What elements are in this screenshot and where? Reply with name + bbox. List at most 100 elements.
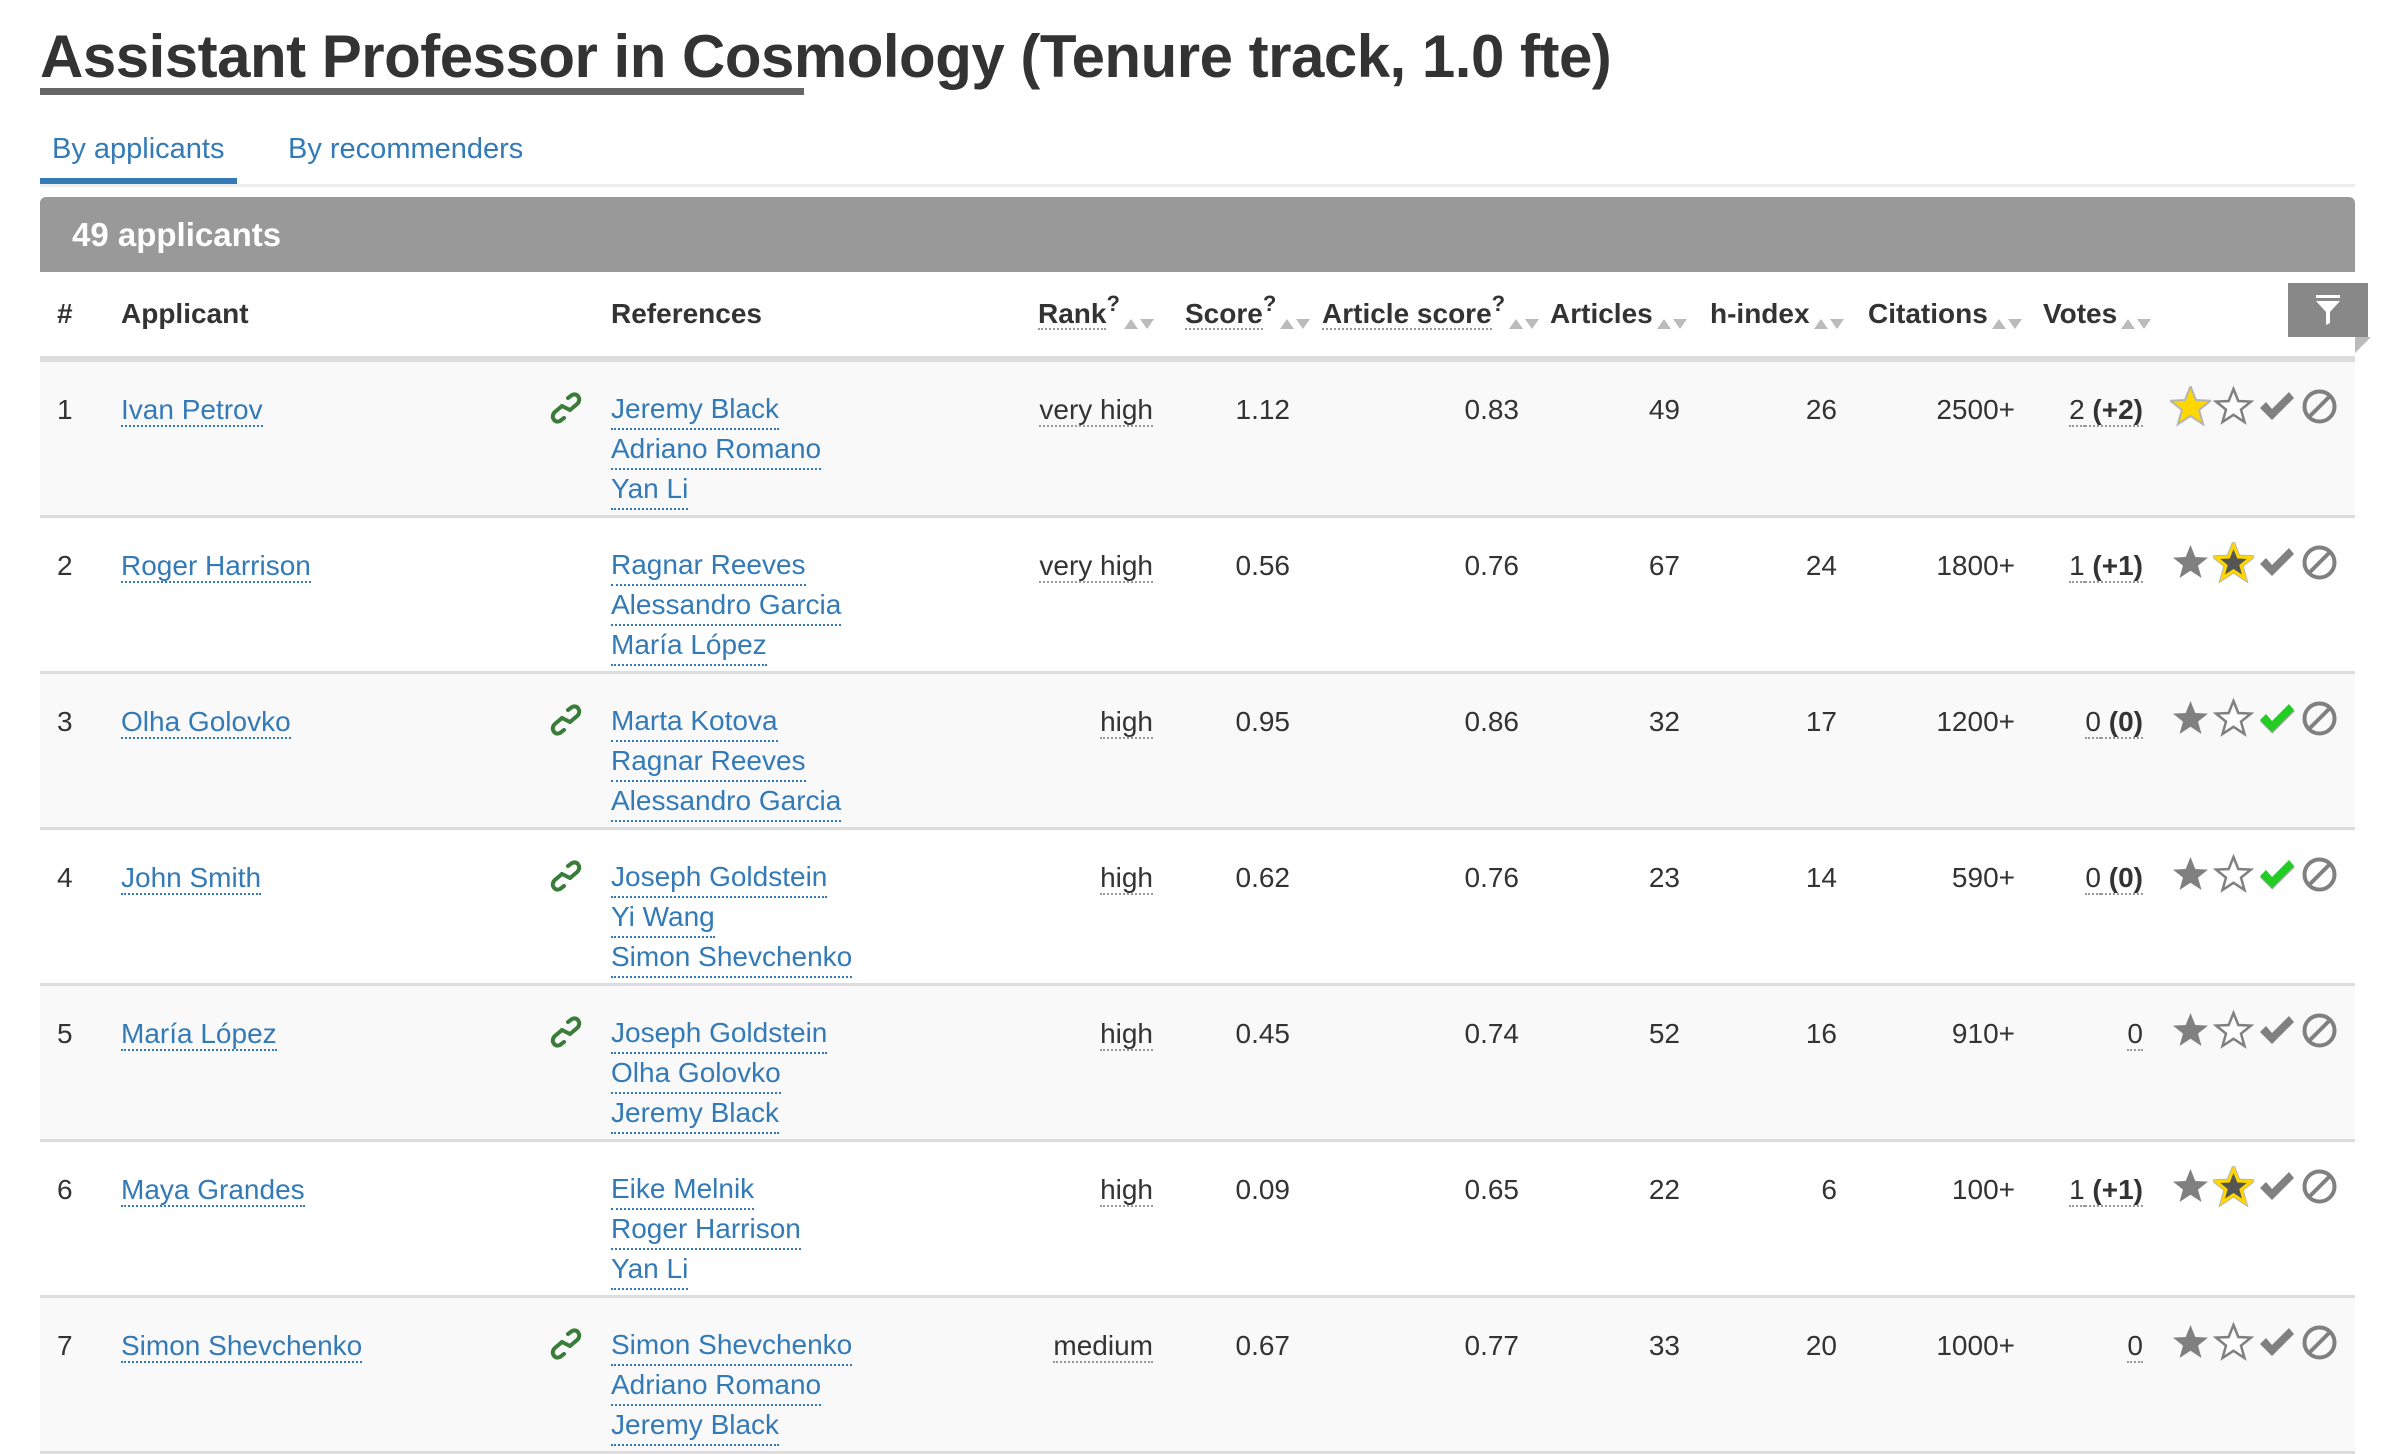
check-icon[interactable] (2256, 1010, 2297, 1051)
votes-count: 0 (2127, 1018, 2143, 1051)
check-icon[interactable] (2256, 386, 2297, 427)
help-mark[interactable]: ? (1106, 291, 1119, 316)
check-icon[interactable] (2256, 1322, 2297, 1363)
check-icon[interactable] (2256, 698, 2297, 739)
applicant-link[interactable]: Maya Grandes (121, 1174, 305, 1207)
reference-link[interactable]: Jeremy Black (611, 1094, 780, 1134)
star-filled-icon[interactable] (2170, 1166, 2211, 1207)
ban-icon[interactable] (2299, 854, 2340, 895)
sort-arrows-icon[interactable] (1991, 317, 2022, 329)
star-outline-icon[interactable] (2212, 697, 2255, 739)
star-outline-icon[interactable] (2212, 1009, 2255, 1051)
star-outline-icon[interactable] (2209, 1162, 2258, 1208)
reference-link[interactable]: Simon Shevchenko (611, 938, 853, 978)
link-icon[interactable] (550, 1016, 582, 1059)
score-value: 1.12 (1235, 394, 1291, 425)
link-icon[interactable] (550, 860, 582, 903)
sort-arrows-icon[interactable] (1509, 317, 1540, 329)
applicant-link[interactable]: John Smith (121, 862, 262, 895)
tab-by-recommenders[interactable]: By recommenders (276, 126, 535, 181)
reference-link[interactable]: Alessandro Garcia (611, 586, 842, 626)
hindex-value: 26 (1805, 394, 1837, 425)
votes-count: 1 (2069, 550, 2085, 583)
star-outline-icon[interactable] (2209, 538, 2258, 584)
sort-arrows-icon[interactable] (2121, 317, 2152, 329)
sort-arrows-icon[interactable] (1280, 317, 1311, 329)
rank-text: medium (1053, 1330, 1153, 1363)
filter-button[interactable] (2288, 283, 2368, 337)
header-articles[interactable]: Articles (1550, 272, 1687, 356)
applicant-link[interactable]: María López (121, 1018, 277, 1051)
articles-value: 52 (1648, 1018, 1680, 1049)
star-filled-icon[interactable] (2170, 1322, 2211, 1363)
votes-count: 0 (2127, 1330, 2143, 1363)
applicant-link[interactable]: Simon Shevchenko (121, 1330, 363, 1363)
row-number: 5 (57, 1018, 73, 1049)
reference-link[interactable]: Marta Kotova (611, 702, 778, 742)
sort-arrows-icon[interactable] (1813, 317, 1844, 329)
applicant-link[interactable]: Ivan Petrov (121, 394, 263, 427)
help-mark[interactable]: ? (1492, 291, 1505, 316)
ban-icon[interactable] (2299, 386, 2340, 427)
help-mark[interactable]: ? (1263, 291, 1276, 316)
applicant-link[interactable]: Olha Golovko (121, 706, 291, 739)
references-list: Ragnar Reeves Alessandro Garcia María Lópe… (611, 546, 842, 666)
sort-arrows-icon[interactable] (1123, 317, 1154, 329)
header-rank[interactable]: Rank? (1038, 272, 1154, 356)
header-citations[interactable]: Citations (1868, 272, 2022, 356)
reference-link[interactable]: Adriano Romano (611, 1366, 822, 1406)
ban-icon[interactable] (2299, 1322, 2340, 1363)
votes-value: 2 (+2) (2069, 390, 2143, 430)
articles-value: 32 (1648, 706, 1680, 737)
header-hindex[interactable]: h-index (1710, 272, 1844, 356)
reference-link[interactable]: Joseph Goldstein (611, 1014, 828, 1054)
reference-item: Ragnar Reeves (611, 546, 841, 586)
reference-link[interactable]: Yan Li (611, 1250, 689, 1290)
sort-arrows-icon[interactable] (1656, 317, 1687, 329)
reference-link[interactable]: Olha Golovko (611, 1054, 781, 1094)
header-score[interactable]: Score? (1185, 272, 1311, 356)
link-icon[interactable] (550, 1328, 582, 1371)
ban-icon[interactable] (2299, 542, 2340, 583)
tab-by-applicants[interactable]: By applicants (40, 126, 237, 184)
star-filled-icon[interactable] (2170, 542, 2211, 583)
reference-link[interactable]: Roger Harrison (611, 1210, 801, 1250)
vote-actions (2170, 853, 2340, 895)
reference-link[interactable]: Yan Li (611, 470, 689, 510)
table-row: 5 María López Joseph Goldstein Olha Golov… (40, 986, 2355, 1142)
check-icon[interactable] (2256, 542, 2297, 583)
check-icon[interactable] (2256, 854, 2297, 895)
star-outline-icon[interactable] (2212, 1321, 2255, 1363)
link-icon[interactable] (550, 704, 582, 747)
link-icon[interactable] (550, 392, 582, 435)
reference-link[interactable]: Jeremy Black (611, 390, 780, 430)
reference-link[interactable]: Adriano Romano (611, 430, 822, 470)
star-outline-icon[interactable] (2212, 853, 2255, 895)
star-filled-icon[interactable] (2167, 383, 2214, 427)
ban-icon[interactable] (2299, 698, 2340, 739)
votes-delta: (+1) (2084, 550, 2143, 583)
header-article-score[interactable]: Article score? (1322, 272, 1540, 356)
table-row: 7 Simon Shevchenko Simon Shevchenko Adria… (40, 1298, 2355, 1454)
reference-link[interactable]: Yi Wang (611, 898, 715, 938)
header-votes[interactable]: Votes (2043, 272, 2152, 356)
star-filled-icon[interactable] (2170, 698, 2211, 739)
ban-icon[interactable] (2299, 1010, 2340, 1051)
reference-link[interactable]: Ragnar Reeves (611, 742, 806, 782)
reference-link[interactable]: María López (611, 626, 767, 666)
star-filled-icon[interactable] (2170, 854, 2211, 895)
reference-link[interactable]: Ragnar Reeves (611, 546, 806, 586)
check-icon[interactable] (2256, 1166, 2297, 1207)
score-value: 0.09 (1235, 1174, 1291, 1205)
ban-icon[interactable] (2299, 1166, 2340, 1207)
citations-value: 2500+ (1936, 394, 2015, 425)
score-value: 0.62 (1235, 862, 1291, 893)
star-outline-icon[interactable] (2212, 385, 2255, 427)
reference-link[interactable]: Eike Melnik (611, 1170, 755, 1210)
applicant-link[interactable]: Roger Harrison (121, 550, 311, 583)
reference-link[interactable]: Jeremy Black (611, 1406, 780, 1446)
reference-link[interactable]: Simon Shevchenko (611, 1326, 853, 1366)
reference-link[interactable]: Alessandro Garcia (611, 782, 842, 822)
reference-link[interactable]: Joseph Goldstein (611, 858, 828, 898)
star-filled-icon[interactable] (2170, 1010, 2211, 1051)
